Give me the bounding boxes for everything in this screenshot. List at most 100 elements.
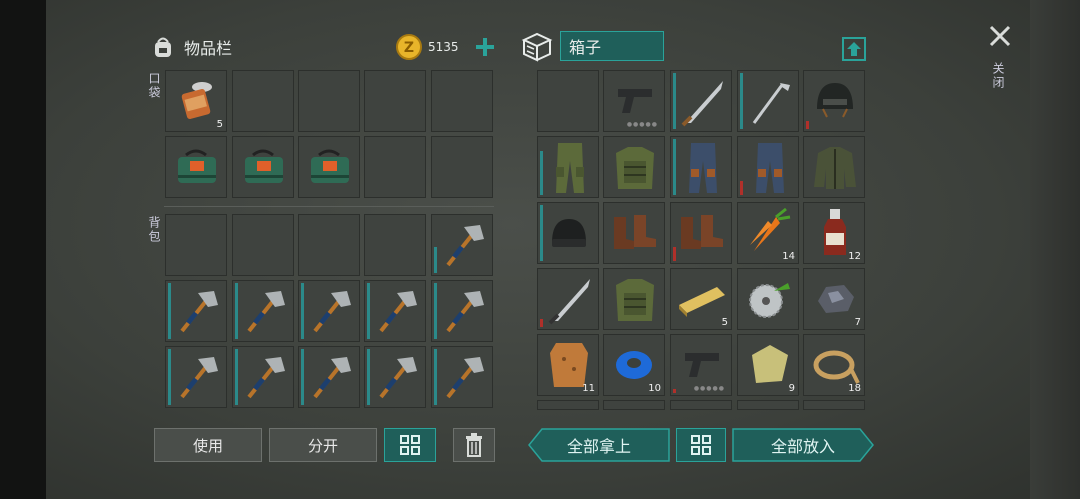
transfer-up-icon[interactable]	[842, 37, 866, 61]
durability-bar	[540, 319, 543, 327]
box-slot[interactable]: ●●●●●	[603, 70, 665, 132]
pocket-slot[interactable]	[364, 136, 426, 198]
backpack-slot[interactable]	[165, 214, 227, 276]
add-coins-icon[interactable]	[475, 37, 495, 57]
pocket-slot[interactable]	[431, 136, 493, 198]
hatchet-icon	[174, 287, 222, 337]
close-label[interactable]: 关闭	[990, 62, 1007, 90]
box-slot[interactable]: 10	[603, 334, 665, 396]
pocket-slot[interactable]	[364, 70, 426, 132]
backpack-slot[interactable]	[364, 280, 426, 342]
box-slot[interactable]	[737, 400, 799, 410]
discard-button[interactable]	[453, 428, 495, 462]
jacket-icon	[810, 143, 860, 193]
box-slot[interactable]	[537, 268, 599, 330]
item-count: 10	[648, 383, 661, 394]
explosive-pack-icon	[307, 147, 353, 187]
box-slot[interactable]	[603, 136, 665, 198]
box-slot[interactable]: 18	[803, 334, 865, 396]
split-button[interactable]: 分开	[269, 428, 377, 462]
box-slot[interactable]	[670, 202, 732, 264]
box-slot[interactable]	[737, 268, 799, 330]
durability-bar	[301, 283, 304, 339]
backpack-slot[interactable]	[298, 280, 360, 342]
box-slot[interactable]	[537, 70, 599, 132]
pocket-slot[interactable]	[165, 136, 227, 198]
put-all-button[interactable]: 全部放入	[732, 428, 874, 462]
box-slot[interactable]: 7	[803, 268, 865, 330]
box-title: 箱子	[560, 31, 664, 61]
hatchet-icon	[440, 287, 488, 337]
quality-dots: ●●●●●	[626, 121, 658, 128]
use-button[interactable]: 使用	[154, 428, 262, 462]
box-slot[interactable]	[670, 70, 732, 132]
durability-bar	[673, 389, 676, 393]
box-slot[interactable]: 5	[670, 268, 732, 330]
rope-icon	[810, 343, 860, 387]
backpack-slot[interactable]	[232, 280, 294, 342]
golf-club-icon	[746, 77, 794, 127]
durability-bar	[740, 181, 743, 195]
backpack-slot[interactable]	[232, 346, 294, 408]
tin-can-icon	[178, 79, 218, 123]
box-slot[interactable]	[737, 70, 799, 132]
box-slot[interactable]	[603, 268, 665, 330]
coin-amount: 5135	[428, 40, 459, 54]
box-slot[interactable]: 14	[737, 202, 799, 264]
box-slot[interactable]	[537, 136, 599, 198]
pocket-slot[interactable]	[232, 136, 294, 198]
box-slot[interactable]	[737, 136, 799, 198]
box-sort-button[interactable]	[676, 428, 726, 462]
durability-bar	[168, 283, 171, 339]
hatchet-icon	[440, 221, 488, 271]
item-count: 5	[721, 317, 728, 328]
box-slot[interactable]: 11	[537, 334, 599, 396]
box-slot[interactable]	[803, 70, 865, 132]
backpack-slot[interactable]	[298, 346, 360, 408]
section-divider	[164, 206, 494, 207]
box-slot[interactable]	[603, 202, 665, 264]
durability-bar	[673, 247, 676, 261]
backpack-slot[interactable]	[165, 280, 227, 342]
backpack-slot[interactable]	[364, 346, 426, 408]
hatchet-icon	[307, 353, 355, 403]
backpack-icon	[150, 34, 176, 60]
explosive-pack-icon	[174, 147, 220, 187]
pocket-slot[interactable]	[298, 70, 360, 132]
backpack-slot[interactable]	[364, 214, 426, 276]
grid-icon	[399, 434, 421, 456]
pocket-slot[interactable]	[232, 70, 294, 132]
pocket-slot[interactable]	[431, 70, 493, 132]
bottle-icon	[820, 207, 850, 259]
backpack-slot[interactable]	[298, 214, 360, 276]
box-slot[interactable]	[670, 400, 732, 410]
box-slot[interactable]	[603, 400, 665, 410]
backpack-slot[interactable]	[431, 346, 493, 408]
box-slot[interactable]	[803, 400, 865, 410]
wood-plank-icon	[677, 283, 727, 317]
backpack-slot[interactable]	[431, 280, 493, 342]
box-slot[interactable]	[803, 136, 865, 198]
pocket-slot[interactable]	[298, 136, 360, 198]
backpack-slot[interactable]	[232, 214, 294, 276]
pocket-slot[interactable]: 5	[165, 70, 227, 132]
durability-bar	[673, 73, 676, 129]
backpack-slot[interactable]	[165, 346, 227, 408]
take-all-button[interactable]: 全部拿上	[528, 428, 670, 462]
box-slot[interactable]: 9	[737, 334, 799, 396]
sort-button[interactable]	[384, 428, 436, 462]
backpack-slot[interactable]	[431, 214, 493, 276]
close-icon[interactable]	[988, 24, 1012, 48]
durability-bar	[367, 349, 370, 405]
durability-bar	[540, 205, 543, 261]
durability-bar	[301, 349, 304, 405]
box-slot[interactable]: 12	[803, 202, 865, 264]
box-slot[interactable]	[537, 400, 599, 410]
box-slot[interactable]: ●●●●●	[670, 334, 732, 396]
box-icon	[520, 30, 554, 62]
item-count: 7	[854, 317, 861, 328]
box-slot[interactable]	[670, 136, 732, 198]
hatchet-icon	[440, 353, 488, 403]
box-slot[interactable]	[537, 202, 599, 264]
item-count: 18	[848, 383, 861, 394]
